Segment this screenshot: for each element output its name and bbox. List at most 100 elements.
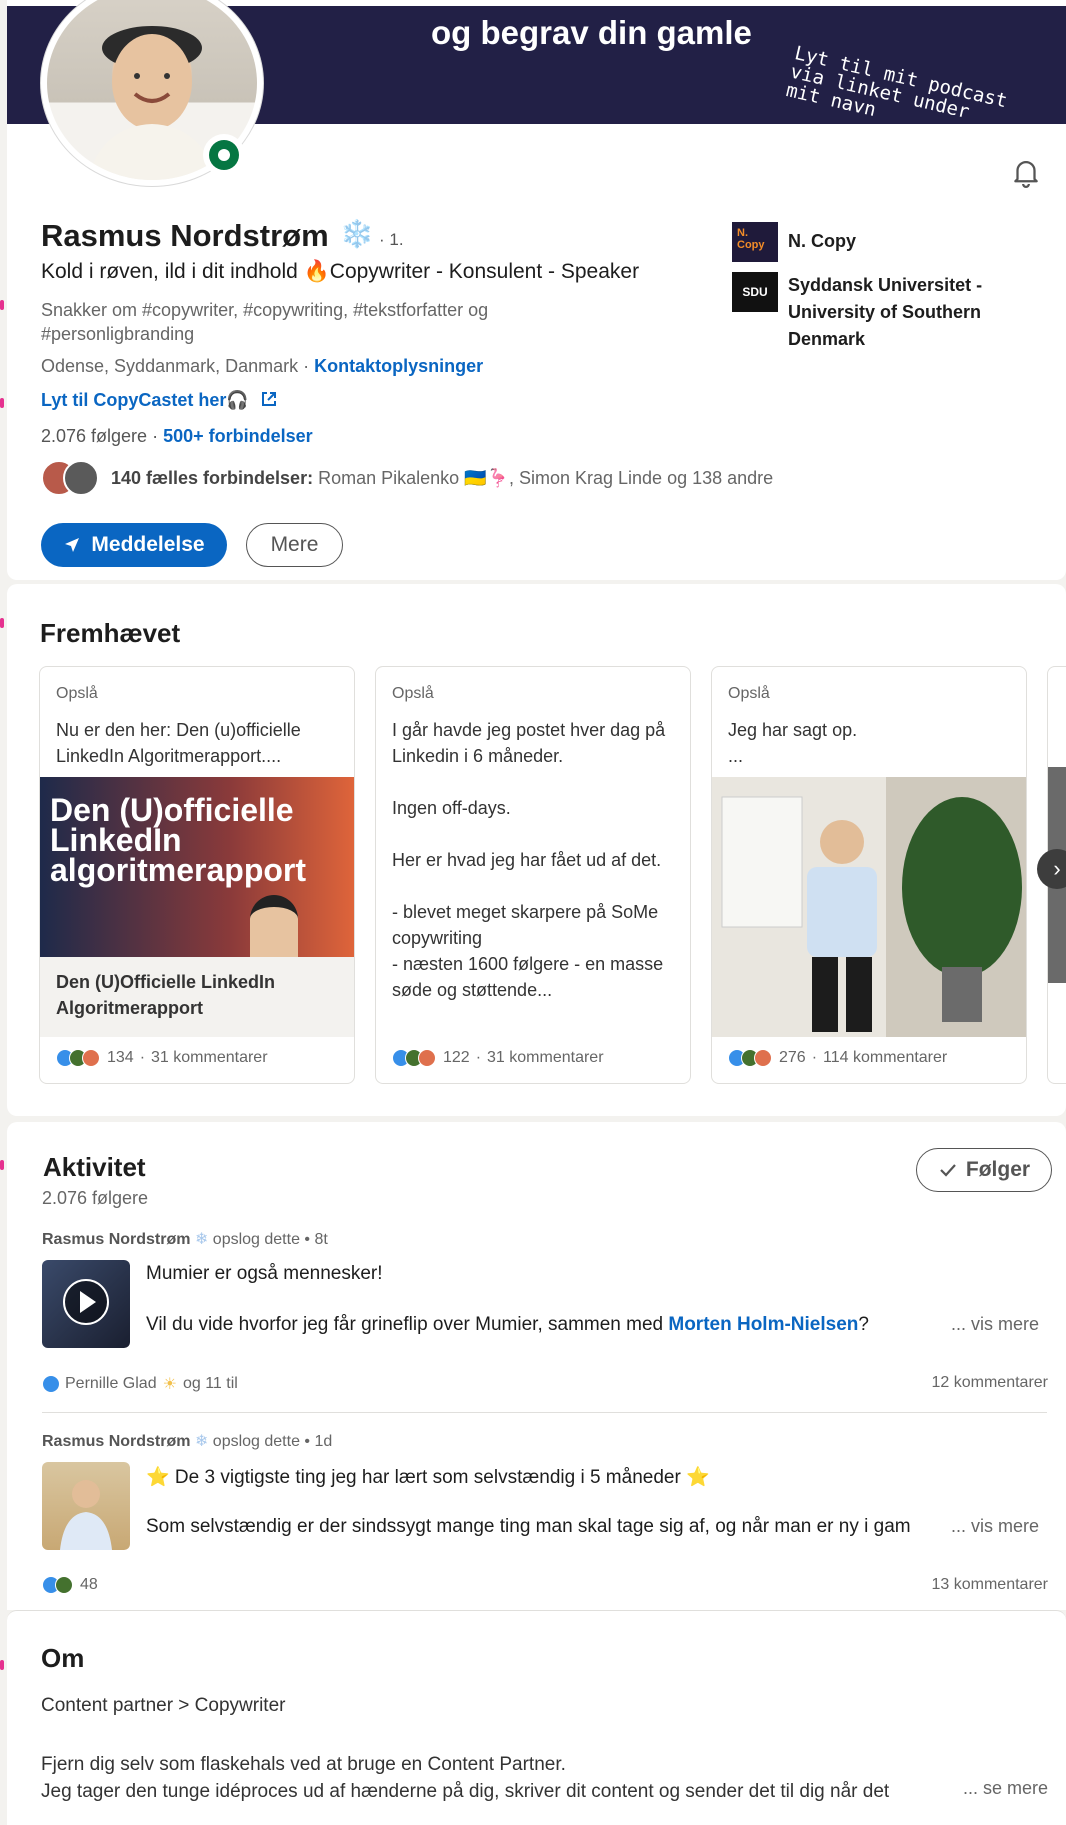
post-social-counts: 276 · 114 kommentarer xyxy=(728,1049,947,1067)
carousel-next-button[interactable]: › xyxy=(1037,849,1066,889)
profile-headline: Kold i røven, ild i dit indhold 🔥Copywri… xyxy=(41,260,640,283)
connections-link[interactable]: 500+ forbindelser xyxy=(163,426,313,446)
comment-count[interactable]: 31 kommentarer xyxy=(151,1049,268,1067)
reaction-count[interactable]: 276 xyxy=(779,1049,806,1067)
see-more-link[interactable]: ... vis mere xyxy=(951,1516,1039,1537)
sun-icon: ☀ xyxy=(162,1376,177,1393)
post-body-text: Som selvstændig er der sindssygt mange t… xyxy=(146,1516,911,1537)
post-text: Jeg har sagt op. ... xyxy=(728,720,858,766)
section-title: Fremhævet xyxy=(40,618,181,648)
comment-count[interactable]: 13 kommentarer xyxy=(932,1576,1049,1594)
post-text: I går havde jeg postet hver dag på Linke… xyxy=(392,720,666,1000)
profile-location: Odense, Syddanmark, Danmark · Kontaktopl… xyxy=(41,356,483,377)
avatar xyxy=(63,460,99,496)
see-more-link[interactable]: ... vis mere xyxy=(951,1314,1039,1335)
post-author[interactable]: Rasmus Nordstrøm xyxy=(42,1231,190,1248)
reactor-suffix: og 11 til xyxy=(182,1375,238,1392)
reaction-icons xyxy=(42,1375,60,1393)
following-label: Følger xyxy=(965,1158,1031,1181)
image-text: Den (U)officielle LinkedIn algoritmerapp… xyxy=(50,792,307,888)
about-body: Fjern dig selv som flaskehals ved at bru… xyxy=(41,1754,890,1802)
person-photo xyxy=(60,1480,112,1550)
reaction-icons xyxy=(728,1049,772,1067)
podcast-link[interactable]: Lyt til CopyCastet her🎧 xyxy=(41,390,278,411)
post-time: opslog dette • 1d xyxy=(208,1433,333,1450)
featured-photo xyxy=(712,777,1026,1037)
reaction-icons xyxy=(56,1049,100,1067)
comment-count[interactable]: 114 kommentarer xyxy=(823,1049,947,1067)
mention-link[interactable]: Morten Holm-Nielsen xyxy=(668,1314,858,1335)
post-meta: Rasmus Nordstrøm ❄ opslog dette • 8t xyxy=(42,1229,328,1249)
edge-marker xyxy=(0,618,4,628)
see-more-link[interactable]: ... se mere xyxy=(959,1778,1049,1799)
following-button[interactable]: Følger xyxy=(916,1148,1052,1192)
post-title[interactable]: Mumier er også mennesker! xyxy=(146,1263,383,1285)
reaction-count[interactable]: 122 xyxy=(443,1049,470,1067)
featured-card[interactable]: Opslå Nu er den her: Den (u)officielle L… xyxy=(39,666,355,1084)
post-thumbnail[interactable] xyxy=(42,1462,130,1550)
more-button[interactable]: Mere xyxy=(246,523,343,567)
snowflake-icon: ❄ xyxy=(194,1231,209,1248)
reactor-name: Pernille Glad xyxy=(65,1375,157,1392)
featured-card[interactable]: Opslå Jeg har sagt op. ... 276 · 114 kom… xyxy=(711,666,1027,1084)
edge-marker xyxy=(0,398,4,408)
post-text: Nu er den her: Den (u)officielle LinkedI… xyxy=(56,720,301,766)
contact-info-link[interactable]: Kontaktoplysninger xyxy=(314,356,483,376)
follower-summary: 2.076 følgere · 500+ forbindelser xyxy=(41,426,313,446)
edge-marker xyxy=(0,300,4,310)
mutual-names: Roman Pikalenko 🇺🇦🦩, Simon Krag Linde og… xyxy=(313,468,774,488)
comment-count[interactable]: 12 kommentarer xyxy=(932,1374,1049,1392)
snowflake-icon: ❄ xyxy=(194,1433,209,1450)
featured-card[interactable]: Opslå I går havde jeg postet hver dag på… xyxy=(375,666,691,1084)
mutual-label: 140 fælles forbindelser: xyxy=(111,468,314,488)
person-thumbnail xyxy=(250,895,298,957)
message-button[interactable]: Meddelelse xyxy=(41,523,227,567)
post-body-end: ? xyxy=(858,1314,869,1335)
featured-image: Den (U)officielle LinkedIn algoritmerapp… xyxy=(40,777,354,957)
section-title: Om xyxy=(41,1643,85,1673)
online-status-indicator xyxy=(203,134,245,176)
person-with-plant-image xyxy=(721,796,1022,1032)
post-reactions[interactable]: Pernille Glad ☀ og 11 til xyxy=(42,1374,238,1394)
about-subtitle: Content partner > Copywriter xyxy=(41,1695,286,1716)
org-name: N. Copy xyxy=(788,231,857,251)
mutual-connections[interactable]: 140 fælles forbindelser: Roman Pikalenko… xyxy=(111,468,773,489)
comment-count[interactable]: 31 kommentarer xyxy=(487,1049,604,1067)
activity-section: Aktivitet 2.076 følgere Følger Rasmus No… xyxy=(7,1122,1066,1610)
post-divider xyxy=(42,1412,1047,1413)
post-body[interactable]: Som selvstændig er der sindssygt mange t… xyxy=(146,1516,946,1538)
reaction-count: 48 xyxy=(80,1576,98,1593)
sdu-logo: SDU xyxy=(732,272,778,312)
post-time: opslog dette • 8t xyxy=(208,1231,328,1248)
post-type: Opslå xyxy=(392,685,434,702)
bell-icon[interactable] xyxy=(1009,155,1043,189)
checkmark-icon xyxy=(940,1164,956,1177)
location-text: Odense, Syddanmark, Danmark · xyxy=(41,356,315,376)
post-title[interactable]: ⭐ De 3 vigtigste ting jeg har lært som s… xyxy=(146,1465,710,1489)
post-social-counts: 122 · 31 kommentarer xyxy=(392,1049,604,1067)
about-section: Om Content partner > Copywriter Fjern di… xyxy=(7,1610,1066,1825)
profile-name: Rasmus Nordstrøm xyxy=(41,218,329,253)
send-icon xyxy=(65,538,80,552)
post-author[interactable]: Rasmus Nordstrøm xyxy=(42,1433,190,1450)
featured-caption: Den (U)Officielle LinkedIn Algoritmerapp… xyxy=(40,957,354,1037)
reaction-count[interactable]: 134 xyxy=(107,1049,134,1067)
post-body[interactable]: Vil du vide hvorfor jeg får grineflip ov… xyxy=(146,1314,946,1336)
mutual-connection-avatars[interactable] xyxy=(41,460,111,498)
post-thumbnail[interactable] xyxy=(42,1260,130,1348)
section-title: Aktivitet xyxy=(43,1152,146,1182)
banner-headline: og begrav din gamle xyxy=(431,14,752,51)
external-link-icon xyxy=(261,392,276,406)
post-meta: Rasmus Nordstrøm ❄ opslog dette • 1d xyxy=(42,1431,332,1451)
reaction-icons xyxy=(392,1049,436,1067)
featured-section: Fremhævet Opslå Nu er den her: Den (u)of… xyxy=(7,584,1066,1116)
post-body-text: Vil du vide hvorfor jeg får grineflip ov… xyxy=(146,1314,669,1335)
post-reactions[interactable]: 48 xyxy=(42,1576,98,1594)
snowflake-icon: ❄️ xyxy=(340,219,374,249)
message-button-label: Meddelelse xyxy=(91,533,205,556)
play-video-icon xyxy=(63,1279,109,1325)
post-type: Opslå xyxy=(56,685,98,702)
profile-topics: Snakker om #copywriter, #copywriting, #t… xyxy=(41,300,489,344)
follower-count: 2.076 følgere xyxy=(41,426,148,446)
post-social-counts: 134 · 31 kommentarer xyxy=(56,1049,268,1067)
